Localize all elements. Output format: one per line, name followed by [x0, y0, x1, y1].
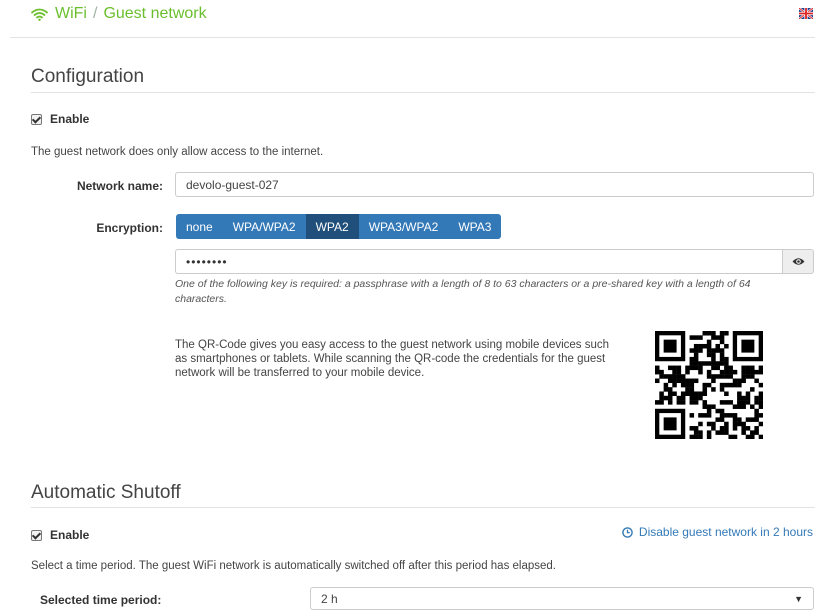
encryption-option-none[interactable]: none [176, 214, 223, 239]
disable-guest-network-label: Disable guest network in 2 hours [638, 525, 813, 539]
uk-flag-icon[interactable] [798, 7, 814, 20]
time-period-select[interactable]: 2 h ▼ [310, 587, 814, 610]
encryption-option-wpa3-wpa2[interactable]: WPA3/WPA2 [358, 214, 449, 239]
breadcrumb: WiFi / Guest network [31, 5, 207, 23]
encryption-option-wpa3[interactable]: WPA3 [448, 214, 502, 239]
guest-enable-row[interactable]: Enable [31, 112, 89, 126]
guest-enable-checkbox[interactable] [31, 113, 42, 125]
shutoff-enable-label: Enable [50, 528, 90, 542]
network-name-input[interactable]: devolo-guest-027 [175, 172, 814, 197]
network-name-label: Network name: [76, 179, 163, 193]
password-hint: One of the following key is required: a … [175, 278, 751, 305]
encryption-label: Encryption: [96, 221, 163, 235]
encryption-option-wpa2[interactable]: WPA2 [305, 214, 359, 239]
header-divider [10, 37, 815, 38]
time-period-label: Selected time period: [40, 593, 162, 607]
show-password-button[interactable] [782, 249, 814, 274]
automatic-shutoff-title: Automatic Shutoff [31, 482, 181, 503]
chevron-down-icon: ▼ [794, 593, 803, 604]
encryption-option-wpa-wpa2[interactable]: WPA/WPA2 [222, 214, 306, 239]
breadcrumb-separator: / [92, 5, 98, 22]
shutoff-enable-checkbox[interactable] [31, 529, 42, 541]
breadcrumb-wifi-link[interactable]: WiFi [55, 5, 87, 23]
qr-code-description: The QR-Code gives you easy access to the… [175, 339, 610, 379]
time-period-value: 2 h [321, 591, 338, 606]
breadcrumb-guest-network: Guest network [103, 5, 207, 22]
guest-enable-label: Enable [50, 112, 90, 126]
automatic-shutoff-divider [31, 507, 815, 508]
password-input[interactable]: •••••••• [175, 249, 782, 274]
shutoff-description: Select a time period. The guest WiFi net… [31, 560, 556, 572]
password-field: •••••••• [175, 249, 814, 274]
qr-code-image [655, 331, 764, 440]
configuration-title: Configuration [31, 66, 145, 87]
wifi-icon [31, 8, 48, 21]
clock-icon [622, 526, 633, 538]
configuration-divider [31, 92, 815, 93]
eye-icon [792, 257, 805, 266]
shutoff-enable-row[interactable]: Enable [31, 528, 89, 542]
encryption-selector: none WPA/WPA2 WPA2 WPA3/WPA2 WPA3 [176, 214, 502, 239]
guest-network-description: The guest network does only allow access… [31, 146, 324, 158]
disable-guest-network-link[interactable]: Disable guest network in 2 hours [622, 525, 813, 539]
